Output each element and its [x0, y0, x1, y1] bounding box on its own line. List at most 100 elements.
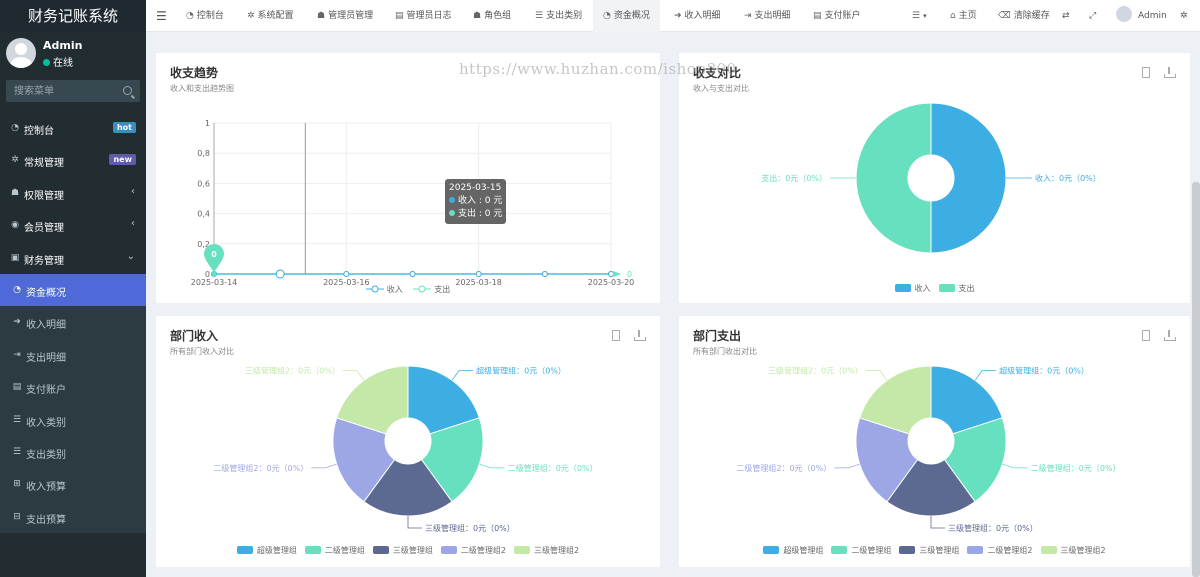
tooltip-expense: 支出 : 0 元	[449, 208, 502, 221]
language-icon[interactable]: ⇄	[1062, 0, 1070, 32]
tab-income-detail[interactable]: ➜ 收入明细	[674, 0, 721, 32]
sidebar-item-general[interactable]: ✲ 常规管理 new	[0, 144, 146, 176]
sidebar-item-expense-category[interactable]: ☰ 支出类别	[0, 435, 146, 469]
user-name: Admin	[43, 39, 83, 52]
tab-system-config[interactable]: ✲ 系统配置	[247, 0, 294, 32]
tab-expense-category[interactable]: ☰ 支出类别	[535, 0, 582, 32]
legend-item[interactable]: 收入	[894, 283, 931, 294]
list-icon: ☰	[12, 414, 22, 425]
legend-swatch	[440, 546, 457, 554]
sidebar-item-income-detail[interactable]: ➜ 收入明细	[0, 306, 146, 339]
legend-item[interactable]: 二级管理组	[304, 545, 365, 556]
legend-item[interactable]: 三级管理组2	[1040, 545, 1106, 556]
legend-item-expense[interactable]: 支出	[413, 284, 450, 295]
legend-label: 超级管理组	[256, 546, 297, 555]
legend-item[interactable]: 二级管理组2	[440, 545, 506, 556]
sidebar-item-finance[interactable]: ▣ 财务管理 ⌄	[0, 242, 146, 274]
tab-admin-manage[interactable]: ☗ 管理员管理	[317, 0, 373, 32]
tab-dashboard[interactable]: ◔ 控制台	[186, 0, 224, 32]
menu-toggle-icon[interactable]: ☰	[156, 0, 167, 32]
trend-line-chart: 00,20,40,60,812025-03-14 2025-03-16 2025-0…	[191, 119, 635, 287]
new-badge: new	[109, 154, 136, 166]
clear-cache-button[interactable]: ⌫ 清除缓存	[998, 0, 1050, 32]
sidebar-item-income-category[interactable]: ☰ 收入类别	[0, 403, 146, 436]
tab-payment-account[interactable]: ▤ 支付账户	[813, 0, 861, 32]
legend-item[interactable]: 二级管理组	[831, 545, 891, 556]
legend-label: 三级管理组2	[1060, 546, 1106, 555]
legend-swatch	[372, 546, 389, 554]
slice-label: 超级管理组：0元（0%）	[999, 366, 1089, 376]
chart-tooltip: 2025-03-15 收入 : 0 元 支出 : 0 元	[445, 179, 507, 224]
sidebar-item-dashboard[interactable]: ◔ 控制台 hot	[0, 112, 146, 144]
sidebar-item-permission[interactable]: ☗ 权限管理 ‹	[0, 177, 146, 209]
settings-gear-icon[interactable]: ✲	[1180, 0, 1188, 32]
legend-item[interactable]: 二级管理组2	[967, 545, 1033, 556]
tab-role-group[interactable]: ☗ 角色组	[473, 0, 511, 32]
tab-admin-log[interactable]: ▤ 管理员日志	[395, 0, 452, 32]
axis-end-arrow	[613, 271, 621, 277]
sidebar-item-label: 支出明细	[26, 352, 66, 364]
legend-item[interactable]: 支出	[938, 283, 975, 294]
slice-label: 三级管理组2：0元（0%）	[245, 366, 340, 376]
trend-panel: 收支趋势 收入和支出趋势图 0 0,2 0,4 0,6 0,8 1 2025-03-14 20…	[156, 53, 660, 303]
top-navbar: ☰ ◔ 控制台 ✲ 系统配置 ☗ 管理员管理 ▤ 管理员日志 ☗ 角色组 ☰ 支出类别 ◔ 资…	[146, 0, 1200, 32]
sidebar-item-fund-overview[interactable]: ◔ 资金概况	[0, 273, 146, 307]
series-point	[608, 271, 614, 277]
list-icon: ☰	[535, 11, 544, 21]
tab-dropdown-button[interactable]: ☰ ▾	[912, 0, 927, 32]
slice-label: 二级管理组：0元（0%）	[1031, 463, 1121, 473]
legend-label: 二级管理组2	[987, 546, 1033, 555]
search-icon[interactable]	[123, 86, 132, 95]
user-menu[interactable]: Admin	[1116, 0, 1167, 32]
trend-legend: 收入 支出	[156, 284, 660, 295]
group-icon: ☗	[473, 11, 482, 21]
sidebar-item-member[interactable]: ◉ 会员管理 ‹	[0, 209, 146, 241]
fullscreen-icon[interactable]: ⤢	[1089, 0, 1096, 32]
top-user-name: Admin	[1138, 11, 1167, 21]
slice-label: 三级管理组2：0元（0%）	[768, 366, 863, 376]
legend-item[interactable]: 三级管理组	[899, 545, 959, 556]
sidebar-item-label: 收入预算	[26, 482, 66, 494]
tab-label: 资金概况	[613, 11, 650, 21]
avatar	[6, 38, 36, 68]
label-leader-line	[865, 370, 888, 381]
chevron-down-icon: ⌄	[126, 250, 135, 262]
tab-label: 控制台	[196, 11, 224, 21]
tab-fund-overview[interactable]: ◔ 资金概况	[593, 0, 660, 32]
legend-item[interactable]: 超级管理组	[763, 545, 823, 556]
y-tick-label: 1	[205, 119, 210, 128]
tab-expense-detail[interactable]: ⇥ 支出明细	[744, 0, 791, 32]
menu-search-input[interactable]	[6, 80, 116, 102]
sidebar-item-expense-detail[interactable]: ⇥ 支出明细	[0, 338, 146, 372]
marker-label: 0	[211, 250, 217, 259]
compare-panel: 收支对比 收入与支出对比 收入：0元（0%） 支出：0元（0%） 收入 支出	[679, 53, 1190, 303]
budget-icon: ⊟	[13, 511, 21, 522]
app-title[interactable]: 财务记账系统	[0, 0, 146, 32]
sidebar-item-label: 支出预算	[26, 514, 66, 526]
list-icon: ☰	[912, 11, 921, 21]
label-leader-line	[834, 463, 860, 469]
series-point	[275, 269, 285, 279]
sidebar-item-expense-budget[interactable]: ⊟ 支出预算	[0, 500, 146, 534]
slice-label: 超级管理组：0元（0%）	[476, 366, 566, 376]
watermark-text: https://www.huzhan.com/ishop800	[459, 60, 737, 78]
sidebar-item-payment-account[interactable]: ▤ 支付账户	[0, 371, 146, 404]
legend-label: 超级管理组	[783, 546, 824, 555]
expense-dot-icon	[449, 210, 455, 216]
clear-cache-label: 清除缓存	[1013, 11, 1050, 21]
tooltip-income-text: 收入 : 0 元	[458, 196, 503, 206]
user-icon: ☗	[317, 11, 326, 21]
tab-label: 管理员管理	[328, 11, 374, 21]
legend-item[interactable]: 三级管理组	[372, 545, 433, 556]
sidebar-item-income-budget[interactable]: ⊞ 收入预算	[0, 468, 146, 501]
legend-item[interactable]: 超级管理组	[236, 545, 297, 556]
sidebar: 财务记账系统 Admin 在线 ◔ 控制台 hot ✲ 常规管理 new ☗ 权限管理 ‹ …	[0, 0, 146, 577]
money-icon: ▣	[10, 252, 20, 263]
legend-item[interactable]: 三级管理组2	[514, 545, 579, 556]
legend-swatch	[967, 546, 984, 554]
scrollbar[interactable]	[1192, 182, 1200, 577]
legend-item-income[interactable]: 收入	[365, 284, 403, 295]
legend-line-icon	[413, 285, 432, 293]
legend-swatch	[894, 284, 911, 292]
home-link[interactable]: ⌂ 主页	[950, 0, 977, 32]
